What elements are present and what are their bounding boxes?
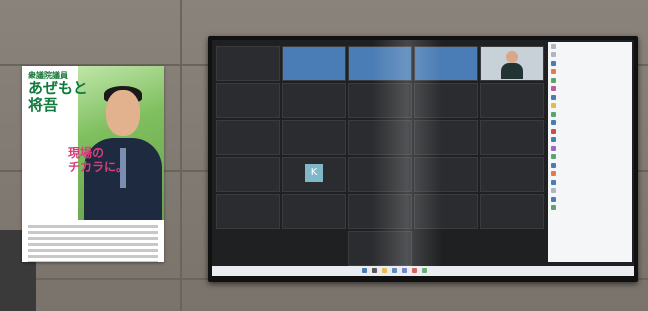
poster-name-line2: 将吾 [28,96,59,114]
participant-video-tile[interactable] [480,46,544,81]
poster-slogan-line2: チカラに。 [68,160,129,174]
participant-tile[interactable] [480,83,544,118]
poster-name-line1: あぜもと [28,79,88,97]
campaign-poster: 衆議院議員 あぜもと 将吾 現場の チカラに。 [22,66,164,262]
participant-avatar: K [305,164,323,182]
poster-slogan-line1: 現場の [68,146,105,160]
wall-tv: K [208,36,638,282]
participant-avatar-tile[interactable]: K [282,157,346,192]
participant-tile[interactable] [282,83,346,118]
tv-screen: K [212,40,634,276]
participant-tile[interactable] [216,120,280,155]
participant-tile[interactable] [480,194,544,229]
poster-fine-print [28,222,158,262]
wall-tile-seam [180,0,182,311]
participant-video [501,51,523,79]
participant-tile[interactable] [282,46,346,81]
start-icon[interactable] [362,268,367,273]
poster-name: あぜもと 将吾 [28,80,90,114]
participant-tile[interactable] [216,46,280,81]
screen-glare [372,40,442,276]
participant-tile[interactable] [216,83,280,118]
participant-tile[interactable] [480,120,544,155]
participant-tile[interactable] [480,157,544,192]
poster-face [106,90,140,136]
participant-tile[interactable] [216,194,280,229]
participants-panel [548,42,632,262]
participant-tile[interactable] [216,157,280,192]
poster-slogan: 現場の チカラに。 [68,146,128,174]
participant-tile[interactable] [282,120,346,155]
participant-tile[interactable] [282,194,346,229]
